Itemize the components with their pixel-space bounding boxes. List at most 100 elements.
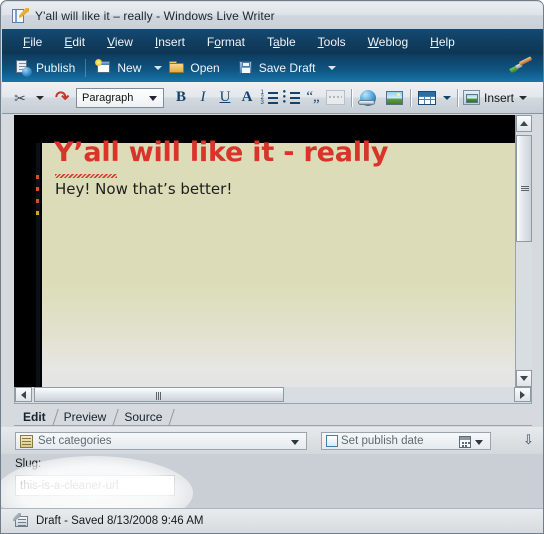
status-bar: Draft - Saved 8/13/2008 9:46 AM [1, 508, 543, 533]
save-draft-button-label: Save Draft [258, 61, 316, 75]
post-title[interactable]: Y’all will like it - really [54, 137, 388, 168]
save-draft-button[interactable]: Save Draft [233, 57, 321, 79]
menu-item-help[interactable]: Help [419, 33, 466, 51]
chevron-down-icon [475, 440, 483, 445]
slug-panel: Slug: this-is-a-cleaner-url [1, 454, 543, 510]
tab-preview-label: Preview [63, 409, 107, 424]
horizontal-rule-icon [325, 90, 345, 105]
paintbrush-icon[interactable] [509, 56, 533, 77]
insert-button[interactable]: Insert [463, 86, 514, 110]
menu-item-tools[interactable]: Tools [307, 33, 357, 51]
open-button[interactable]: Open [164, 57, 224, 79]
vertical-scrollbar[interactable] [515, 115, 532, 387]
checkbox-icon[interactable] [326, 435, 338, 447]
chevron-down-icon [149, 95, 157, 101]
save-draft-dropdown-arrow-icon[interactable] [328, 66, 337, 70]
scroll-down-button[interactable] [516, 370, 532, 387]
font-color-button[interactable]: A [236, 86, 258, 110]
new-button-label: New [117, 61, 142, 75]
cut-button[interactable]: ✂ [9, 86, 31, 110]
underline-label: U [219, 89, 231, 105]
scroll-up-button[interactable] [516, 115, 532, 132]
menu-item-format[interactable]: Format [196, 33, 256, 51]
format-toolbar: ✂ ↶ Paragraph B I U A 123 ● ● ● “„ Inser… [2, 82, 543, 114]
insert-picture-icon [385, 90, 403, 105]
italic-label: I [200, 89, 206, 105]
spellcheck-squiggle [55, 174, 117, 178]
title-bar[interactable]: Y'all will like it – really - Windows Li… [2, 2, 543, 29]
writer-document-icon [12, 7, 29, 24]
tab-preview[interactable]: Preview [55, 408, 116, 426]
scroll-left-arrow-icon [21, 390, 26, 399]
scroll-left-button[interactable] [15, 387, 32, 402]
horizontal-scrollbar[interactable] [14, 387, 532, 404]
set-categories-combo[interactable]: Set categories [15, 432, 307, 450]
blockquote-button[interactable]: “„ [302, 86, 324, 110]
hyperlink-globe-icon [358, 89, 376, 106]
view-tabs: Edit Preview Source [14, 405, 171, 426]
cut-dropdown-arrow-icon[interactable] [31, 86, 45, 110]
menu-item-table[interactable]: Table [256, 33, 307, 51]
toolbar-separator [351, 88, 352, 107]
editor-canvas[interactable]: Y’all will like it - really Hey! Now tha… [14, 115, 532, 387]
italic-button[interactable]: I [192, 86, 214, 110]
publish-button[interactable]: Publish [10, 57, 80, 79]
menu-item-insert[interactable]: Insert [144, 33, 196, 51]
blockquote-icon: “„ [306, 89, 320, 105]
set-publish-date-combo[interactable]: Set publish date [321, 432, 491, 450]
scroll-grip-icon [156, 392, 162, 400]
scroll-down-arrow-icon [520, 376, 528, 381]
vertical-scroll-thumb[interactable] [516, 135, 532, 242]
insert-dropdown-arrow-icon[interactable] [514, 86, 528, 110]
chevron-double-down-icon[interactable]: ⇩ [523, 433, 535, 447]
horizontal-scroll-thumb[interactable] [34, 387, 284, 402]
insert-table-button[interactable] [416, 86, 438, 110]
set-categories-label: Set categories [38, 435, 112, 447]
tab-source-label: Source [124, 409, 163, 424]
application-window: Y'all will like it – really - Windows Li… [0, 0, 544, 534]
categories-icon [20, 434, 33, 448]
paragraph-style-combo[interactable]: Paragraph [76, 87, 164, 108]
insert-table-icon [418, 90, 436, 105]
menu-item-view[interactable]: View [96, 33, 144, 51]
tab-source[interactable]: Source [115, 408, 171, 426]
new-dropdown-arrow-icon[interactable] [154, 66, 163, 70]
insert-picture-button[interactable] [383, 86, 405, 110]
calendar-icon[interactable] [459, 436, 471, 448]
slug-input[interactable]: this-is-a-cleaner-url [15, 475, 175, 496]
menu-item-file[interactable]: File [12, 33, 53, 51]
underline-button[interactable]: U [214, 86, 236, 110]
bold-button[interactable]: B [170, 86, 192, 110]
bulleted-list-icon: ● ● ● [283, 89, 300, 105]
menu-bar: File Edit View Insert Format Table Tools… [2, 29, 543, 54]
set-publish-date-label: Set publish date [341, 435, 424, 447]
hyperlink-button[interactable] [357, 86, 379, 110]
horizontal-rule-button [324, 86, 346, 110]
menu-label-view-rest: iew [114, 34, 133, 49]
spelling-marker-strip [36, 143, 40, 387]
menu-label-edit-rest: dit [72, 34, 86, 49]
scroll-right-button[interactable] [514, 387, 531, 402]
new-post-button[interactable]: New [91, 57, 146, 79]
chevron-down-icon [291, 440, 299, 445]
bulleted-list-button[interactable]: ● ● ● [280, 86, 302, 110]
post-body[interactable]: Hey! Now that’s better! [55, 180, 232, 198]
open-button-label: Open [190, 61, 220, 75]
publish-icon [15, 60, 32, 77]
menu-item-weblog[interactable]: Weblog [357, 33, 419, 51]
draft-pen-icon [13, 513, 30, 528]
table-dropdown-arrow-icon[interactable] [438, 86, 452, 110]
undo-button[interactable]: ↶ [51, 86, 73, 110]
font-color-label: A [241, 89, 253, 105]
window-frame: Y'all will like it – really - Windows Li… [0, 0, 544, 534]
toolbar-separator [457, 88, 458, 107]
scroll-right-arrow-icon [520, 390, 525, 399]
tab-edit[interactable]: Edit [14, 408, 55, 426]
insert-button-label: Insert [484, 90, 515, 105]
publish-toolbar: Publish New Open Save Draft [2, 54, 543, 82]
numbered-list-button[interactable]: 123 [258, 86, 280, 110]
toolbar-separator [85, 59, 87, 77]
menu-item-edit[interactable]: Edit [53, 33, 96, 51]
toolbar-separator [410, 88, 411, 107]
slug-label: Slug: [15, 458, 42, 470]
